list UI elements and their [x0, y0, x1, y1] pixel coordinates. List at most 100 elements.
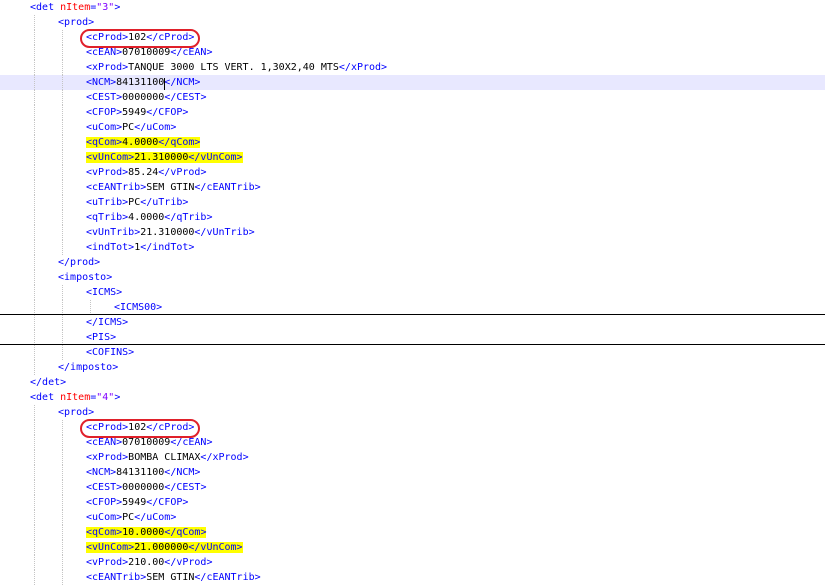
code-line[interactable]: <ICMS> [0, 285, 825, 300]
code-line[interactable]: <vUnCom>21.310000</vUnCom> [0, 150, 825, 165]
indent-guide [34, 345, 36, 360]
code-line[interactable]: <vProd>210.00</vProd> [0, 555, 825, 570]
indent-guide [62, 315, 64, 330]
code-line[interactable]: <CFOP>5949</CFOP> [0, 495, 825, 510]
indent-guide [62, 195, 64, 210]
indent-guide [62, 300, 64, 315]
open-tag-name: CEST [92, 482, 117, 493]
code-line[interactable]: <prod> [0, 405, 825, 420]
close-tag-name: ICMS [98, 317, 123, 328]
tag-bracket: </ [194, 227, 207, 238]
code-content: <qCom>4.0000</qCom> [86, 135, 201, 150]
code-line[interactable]: <NCM>84131100</NCM> [0, 465, 825, 480]
open-tag-name: cEANTrib [92, 572, 141, 583]
tag-bracket: </ [30, 377, 43, 388]
indent-guide [34, 510, 36, 525]
element-text: PC [128, 197, 141, 208]
code-line[interactable]: <vUnTrib>21.310000</vUnTrib> [0, 225, 825, 240]
indent-guide [34, 420, 36, 435]
tag-bracket: > [200, 92, 207, 103]
code-line[interactable]: </prod> [0, 255, 825, 270]
line-segment: <uCom>PC</uCom> [86, 512, 176, 523]
code-content: <xProd>BOMBA CLIMAX</xProd> [86, 450, 249, 465]
tag-bracket: > [248, 227, 255, 238]
indent-guide [34, 165, 36, 180]
highlighted-segment: <vUnCom>21.310000</vUnCom> [86, 152, 243, 163]
code-content: <uCom>PC</uCom> [86, 120, 176, 135]
element-text: 0000000 [122, 92, 165, 103]
code-line[interactable]: </det> [0, 375, 825, 390]
code-line[interactable]: <cEANTrib>SEM GTIN</cEANTrib> [0, 180, 825, 195]
code-line[interactable]: <det nItem="4"> [0, 390, 825, 405]
code-line[interactable]: <indTot>1</indTot> [0, 240, 825, 255]
indent-guide [34, 210, 36, 225]
code-line[interactable]: <uTrib>PC</uTrib> [0, 195, 825, 210]
code-line[interactable]: <xProd>TANQUE 3000 LTS VERT. 1,30X2,40 M… [0, 60, 825, 75]
code-line[interactable]: <CEST>0000000</CEST> [0, 90, 825, 105]
line-segment: <cProd>102</cProd> [86, 422, 194, 433]
code-line[interactable]: </ICMS> [0, 315, 825, 330]
tag-bracket: </ [164, 527, 177, 538]
open-tag-name: vUnTrib [92, 227, 135, 238]
code-content: <vUnCom>21.310000</vUnCom> [86, 150, 243, 165]
close-tag-name: qCom [170, 137, 195, 148]
code-line[interactable]: <cEAN>07010009</cEAN> [0, 435, 825, 450]
indent-guide [62, 510, 64, 525]
code-line[interactable]: <COFINS> [0, 345, 825, 360]
code-line[interactable]: <PIS> [0, 330, 825, 345]
code-line[interactable]: <vUnCom>21.000000</vUnCom> [0, 540, 825, 555]
tag-bracket: > [242, 452, 249, 463]
code-line[interactable]: <CEST>0000000</CEST> [0, 480, 825, 495]
open-tag-name: qCom [92, 527, 117, 538]
line-segment: <NCM>84131100</NCM> [86, 77, 200, 88]
line-segment: <cEANTrib>SEM GTIN</cEANTrib> [86, 572, 261, 583]
code-line[interactable]: <CFOP>5949</CFOP> [0, 105, 825, 120]
open-tag-name: ICMS [92, 287, 117, 298]
code-line[interactable]: <vProd>85.24</vProd> [0, 165, 825, 180]
code-line[interactable]: <prod> [0, 15, 825, 30]
tag-bracket: </ [140, 242, 153, 253]
code-line[interactable]: <cEAN>07010009</cEAN> [0, 45, 825, 60]
indent-guide [34, 255, 36, 270]
code-content: <vProd>210.00</vProd> [86, 555, 212, 570]
indent-guide [34, 525, 36, 540]
code-line[interactable]: <qTrib>4.0000</qTrib> [0, 210, 825, 225]
open-tag-name: cEAN [92, 47, 117, 58]
close-tag-name: qCom [176, 527, 201, 538]
code-line[interactable]: <qCom>4.0000</qCom> [0, 135, 825, 150]
code-line[interactable]: <qCom>10.0000</qCom> [0, 525, 825, 540]
open-tag-name: COFINS [92, 347, 129, 358]
close-tag-name: uTrib [152, 197, 183, 208]
code-line[interactable]: <det nItem="3"> [0, 0, 825, 15]
code-line[interactable]: <ICMS00> [0, 300, 825, 315]
element-text: 21.310000 [140, 227, 195, 238]
tag-bracket: > [206, 212, 213, 223]
tag-bracket: </ [164, 92, 177, 103]
indent-guide [62, 120, 64, 135]
code-line[interactable]: <xProd>BOMBA CLIMAX</xProd> [0, 450, 825, 465]
open-tag-name: CFOP [92, 497, 117, 508]
code-line[interactable]: <cProd>102</cProd> [0, 420, 825, 435]
close-tag-name: CEST [176, 92, 201, 103]
element-text: 07010009 [122, 47, 171, 58]
indent-guide [34, 225, 36, 240]
close-tag-name: vUnTrib [206, 227, 249, 238]
tag-bracket: </ [146, 107, 159, 118]
code-line[interactable]: <NCM>84131100</NCM> [0, 75, 825, 90]
xml-editor[interactable]: <det nItem="3"> <prod> <cProd>102</cProd> <… [0, 0, 825, 585]
tag-bracket: > [254, 182, 261, 193]
code-line[interactable]: <cProd>102</cProd> [0, 30, 825, 45]
open-tag-name: cProd [92, 32, 123, 43]
attribute-name: nItem [60, 2, 91, 13]
code-content: <qTrib>4.0000</qTrib> [86, 210, 212, 225]
open-tag-name: NCM [92, 467, 111, 478]
code-line[interactable]: <imposto> [0, 270, 825, 285]
element-text: PC [122, 512, 135, 523]
code-line[interactable]: <uCom>PC</uCom> [0, 510, 825, 525]
close-tag-name: NCM [176, 77, 195, 88]
code-line[interactable]: <uCom>PC</uCom> [0, 120, 825, 135]
code-line[interactable]: </imposto> [0, 360, 825, 375]
indent-guide [34, 105, 36, 120]
element-text: 10.0000 [122, 527, 165, 538]
indent-guide [62, 45, 64, 60]
